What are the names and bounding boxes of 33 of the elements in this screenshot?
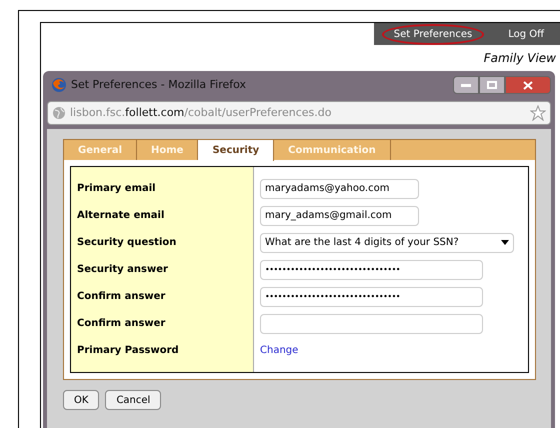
password-field[interactable]: •••••••••••••••••••••••••••••••• xyxy=(260,286,483,306)
url-text: lisbon.fsc.follett.com/cobalt/userPreferences.do xyxy=(70,104,332,121)
text-field[interactable]: mary_adams@gmail.com xyxy=(260,206,419,226)
select-dropdown[interactable]: What are the last 4 digits of your SSN? xyxy=(260,232,514,252)
globe-icon xyxy=(52,106,66,120)
maximize-icon xyxy=(487,81,497,89)
field-label: Security question xyxy=(77,236,176,250)
star-icon[interactable] xyxy=(530,105,546,121)
dialog-button[interactable]: Cancel xyxy=(105,390,162,410)
minimize-icon xyxy=(461,84,471,86)
password-field[interactable]: •••••••••••••••••••••••••••••••• xyxy=(260,260,483,280)
field-label: Security answer xyxy=(77,263,168,277)
field-label: Primary email xyxy=(77,182,156,196)
maximize-button[interactable] xyxy=(479,76,505,94)
close-icon xyxy=(523,80,533,90)
dialog-button[interactable]: OK xyxy=(63,390,100,410)
tab[interactable]: Security xyxy=(198,140,274,161)
window-title: Set Preferences - Mozilla Firefox xyxy=(71,76,246,93)
address-bar[interactable]: lisbon.fsc.follett.com/cobalt/userPreferences.do xyxy=(47,101,551,125)
password-field[interactable] xyxy=(260,314,483,334)
change-link[interactable]: Change xyxy=(260,343,298,358)
view-label: Family View xyxy=(484,50,556,67)
field-label: Confirm answer xyxy=(77,290,166,304)
field-label: Primary Password xyxy=(77,344,179,358)
field-label: Confirm answer xyxy=(77,317,166,331)
dropdown-arrow-icon xyxy=(501,240,509,245)
text-field[interactable]: maryadams@yahoo.com xyxy=(260,178,419,198)
minimize-button[interactable] xyxy=(453,76,479,94)
close-button[interactable] xyxy=(505,76,551,94)
browser-logo-icon xyxy=(51,77,67,93)
top-bar-link[interactable]: Set Preferences xyxy=(382,24,484,44)
field-label: Alternate email xyxy=(77,209,164,223)
top-bar-link[interactable]: Log Off xyxy=(496,24,556,44)
